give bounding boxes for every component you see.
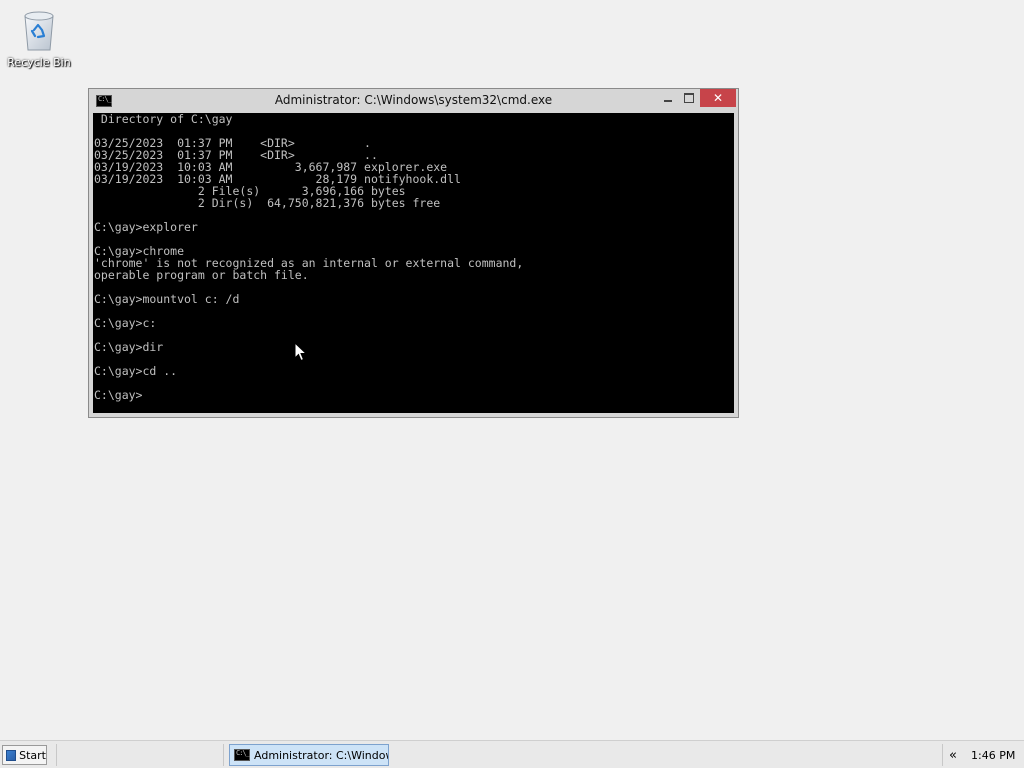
maximize-icon [684,93,694,103]
taskbar-button-cmd[interactable]: C:\_ Administrator: C:\Window... [229,744,389,766]
taskbar: Start C:\_ Administrator: C:\Window... «… [0,740,1024,768]
clock[interactable]: 1:46 PM [971,749,1015,762]
cmd-window[interactable]: C:\_ Administrator: C:\Windows\system32\… [88,88,739,418]
minimize-button[interactable] [659,89,677,107]
show-hidden-icons-chevron-icon[interactable]: « [943,748,963,763]
desktop-icon-label: Recycle Bin [7,56,71,69]
start-button[interactable]: Start [2,745,47,765]
close-icon: ✕ [712,91,724,105]
desktop-icon-recycle-bin[interactable]: Recycle Bin [6,8,72,74]
desktop: Recycle Bin C:\_ Administrator: C:\Windo… [0,0,1024,740]
start-label: Start [19,748,46,762]
window-title: Administrator: C:\Windows\system32\cmd.e… [274,93,553,107]
system-tray: « 1:46 PM [942,744,1022,766]
cmd-icon: C:\_ [234,749,250,761]
console-text: Directory of C:\gay 03/25/2023 01:37 PM … [94,113,524,402]
cmd-icon-text: C:\_ [236,749,250,757]
close-button[interactable]: ✕ [700,89,736,107]
taskbar-button-label: Administrator: C:\Window... [254,748,389,762]
console-output[interactable]: Directory of C:\gay 03/25/2023 01:37 PM … [93,113,734,413]
maximize-button[interactable] [680,89,698,107]
minimize-icon [664,100,672,102]
recycle-bin-icon [19,8,59,54]
start-logo-icon [6,749,17,761]
window-titlebar[interactable]: C:\_ Administrator: C:\Windows\system32\… [89,89,738,113]
quick-launch-area [56,744,224,766]
